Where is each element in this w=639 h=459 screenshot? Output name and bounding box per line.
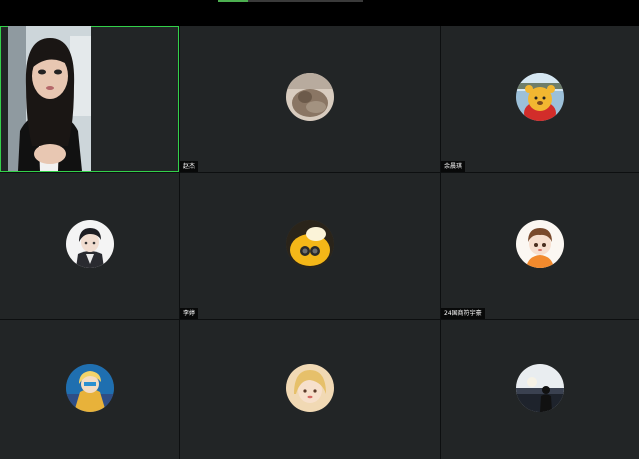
anime-character-blue-avatar-icon: [65, 363, 114, 412]
meeting-window: 赵杰 余晨琪 李婷 24国商符宇豪: [0, 0, 639, 459]
participant-grid: 赵杰 余晨琪 李婷 24国商符宇豪: [0, 26, 639, 459]
bear-mascot-avatar-icon: [516, 73, 564, 121]
participant-tile[interactable]: [180, 320, 440, 459]
participant-tile[interactable]: [441, 320, 639, 459]
participant-tile[interactable]: [0, 320, 179, 459]
participant-tile[interactable]: [0, 173, 179, 319]
participant-name-label: 余晨琪: [441, 161, 466, 172]
top-bar: [0, 0, 639, 26]
yellow-cartoon-avatar-icon: [286, 220, 334, 268]
participant-tile[interactable]: 赵杰: [180, 26, 440, 172]
participant-tile-video[interactable]: [0, 26, 179, 172]
anime-boy-avatar-icon: [65, 220, 114, 268]
participant-name-label: 李婷: [180, 308, 199, 319]
participant-tile[interactable]: 余晨琪: [441, 26, 639, 172]
cat-photo-avatar-icon: [286, 73, 334, 121]
chibi-boy-avatar-icon: [516, 220, 564, 268]
top-indicator-accent: [218, 0, 248, 2]
participant-tile[interactable]: 24国商符宇豪: [441, 173, 639, 319]
participant-name-label: 赵杰: [180, 161, 199, 172]
silhouette-sunset-avatar-icon: [516, 363, 564, 412]
top-indicator: [218, 0, 363, 2]
participant-name-label: 24国商符宇豪: [441, 308, 485, 319]
participant-video-feed: [8, 26, 91, 171]
blonde-portrait-avatar-icon: [286, 363, 334, 412]
participant-tile[interactable]: 李婷: [180, 173, 440, 319]
